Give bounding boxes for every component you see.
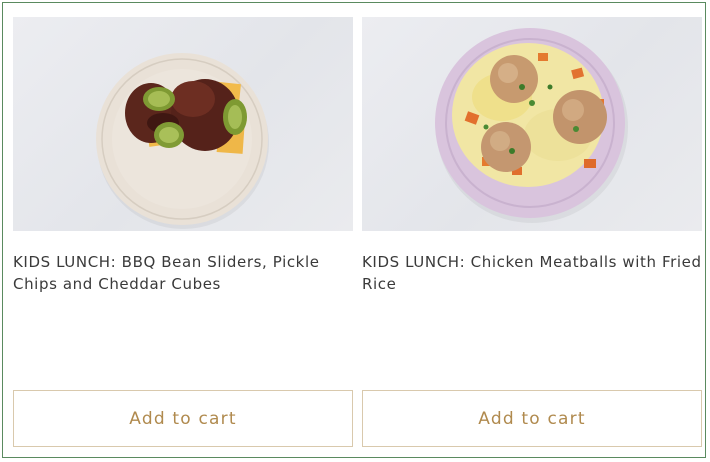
plate-chicken-meatballs-image: [435, 28, 628, 223]
product-card: KIDS LUNCH: BBQ Bean Sliders, Pickle Chi…: [13, 17, 353, 449]
add-to-cart-button[interactable]: Add to cart: [362, 390, 702, 447]
product-image-chicken-meatballs[interactable]: [362, 17, 702, 231]
product-title[interactable]: KIDS LUNCH: BBQ Bean Sliders, Pickle Chi…: [13, 251, 353, 295]
add-to-cart-button[interactable]: Add to cart: [13, 390, 353, 447]
product-grid: KIDS LUNCH: BBQ Bean Sliders, Pickle Chi…: [2, 2, 706, 458]
product-title[interactable]: KIDS LUNCH: Chicken Meatballs with Fried…: [362, 251, 702, 295]
plate-bbq-sliders-image: [96, 53, 269, 229]
product-image-bbq-sliders[interactable]: [13, 17, 353, 231]
product-card: KIDS LUNCH: Chicken Meatballs with Fried…: [362, 17, 702, 449]
